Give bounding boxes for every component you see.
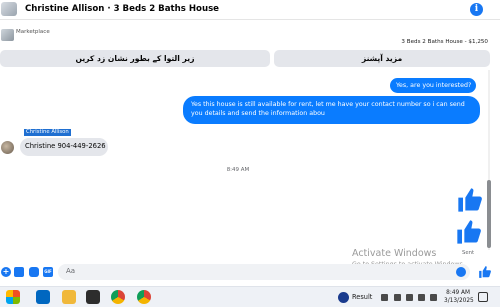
clock-date: 3/13/2025 [444, 298, 474, 304]
plus-icon[interactable]: + [1, 267, 11, 277]
watermark-title: Activate Windows [352, 248, 437, 259]
sticker-icon[interactable] [29, 267, 39, 277]
photos-icon[interactable] [36, 290, 50, 304]
widgets-icon[interactable] [6, 290, 20, 304]
time-separator: 8:49 AM [226, 167, 250, 173]
like-sticker-icon [457, 220, 481, 244]
taskbar-clock[interactable]: 8:49 AM 3/13/2025 [444, 289, 474, 305]
chrome-icon[interactable] [137, 290, 151, 304]
app-icon[interactable] [86, 290, 100, 304]
notifications-icon[interactable] [478, 292, 488, 302]
listing-avatar[interactable] [1, 2, 17, 16]
messenger-window: Christine Allison · 3 Beds 2 Baths House… [0, 0, 500, 307]
volume-icon[interactable] [430, 294, 437, 301]
more-options-button[interactable]: مزید آپشنز [274, 50, 490, 67]
file-explorer-icon[interactable] [62, 290, 76, 304]
taskbar-result[interactable]: Result [352, 293, 372, 301]
info-icon[interactable]: i [470, 3, 483, 16]
scrollbar-thumb[interactable] [487, 180, 491, 248]
message-placeholder: Aa [66, 267, 76, 275]
listing-actions: زیر التوا کے بطور نشان زد کریں مزید آپشن… [0, 50, 500, 68]
chat-title[interactable]: Christine Allison · 3 Beds 2 Baths House [25, 4, 219, 14]
message-input[interactable]: Aa [58, 264, 470, 280]
listing-thumbnail[interactable] [1, 29, 14, 41]
emoji-icon[interactable] [456, 267, 466, 277]
chat-header: Christine Allison · 3 Beds 2 Baths House… [0, 0, 500, 20]
marketplace-label: Marketplace [16, 29, 50, 35]
clock-time: 8:49 AM [446, 290, 470, 296]
sender-name: Christine Allison [24, 129, 71, 136]
tray-icon[interactable] [394, 294, 401, 301]
image-icon[interactable] [14, 267, 24, 277]
listing-price[interactable]: 3 Beds 2 Baths House - $1,250 [401, 39, 488, 45]
tray-icon[interactable] [406, 294, 413, 301]
mark-pending-button[interactable]: زیر التوا کے بطور نشان زد کریں [0, 50, 270, 67]
outgoing-message[interactable]: Yes, are you interested? [390, 78, 476, 93]
like-sticker-icon [458, 188, 482, 212]
windows-taskbar: Result 8:49 AM 3/13/2025 [0, 286, 500, 307]
sender-avatar[interactable] [1, 141, 14, 154]
message-composer: + GIF Aa [0, 262, 500, 282]
like-icon[interactable] [478, 265, 492, 279]
nba-icon[interactable] [338, 292, 349, 303]
incoming-message[interactable]: Christine 904-449-2626 [20, 138, 108, 156]
message-scrollbar[interactable] [486, 70, 492, 250]
listing-banner: Marketplace 3 Beds 2 Baths House - $1,25… [0, 26, 500, 50]
gif-icon[interactable]: GIF [43, 267, 53, 277]
wifi-icon[interactable] [418, 294, 425, 301]
chrome-icon[interactable] [111, 290, 125, 304]
outgoing-message[interactable]: Yes this house is still available for re… [183, 96, 480, 124]
chevron-up-icon[interactable] [381, 294, 388, 301]
